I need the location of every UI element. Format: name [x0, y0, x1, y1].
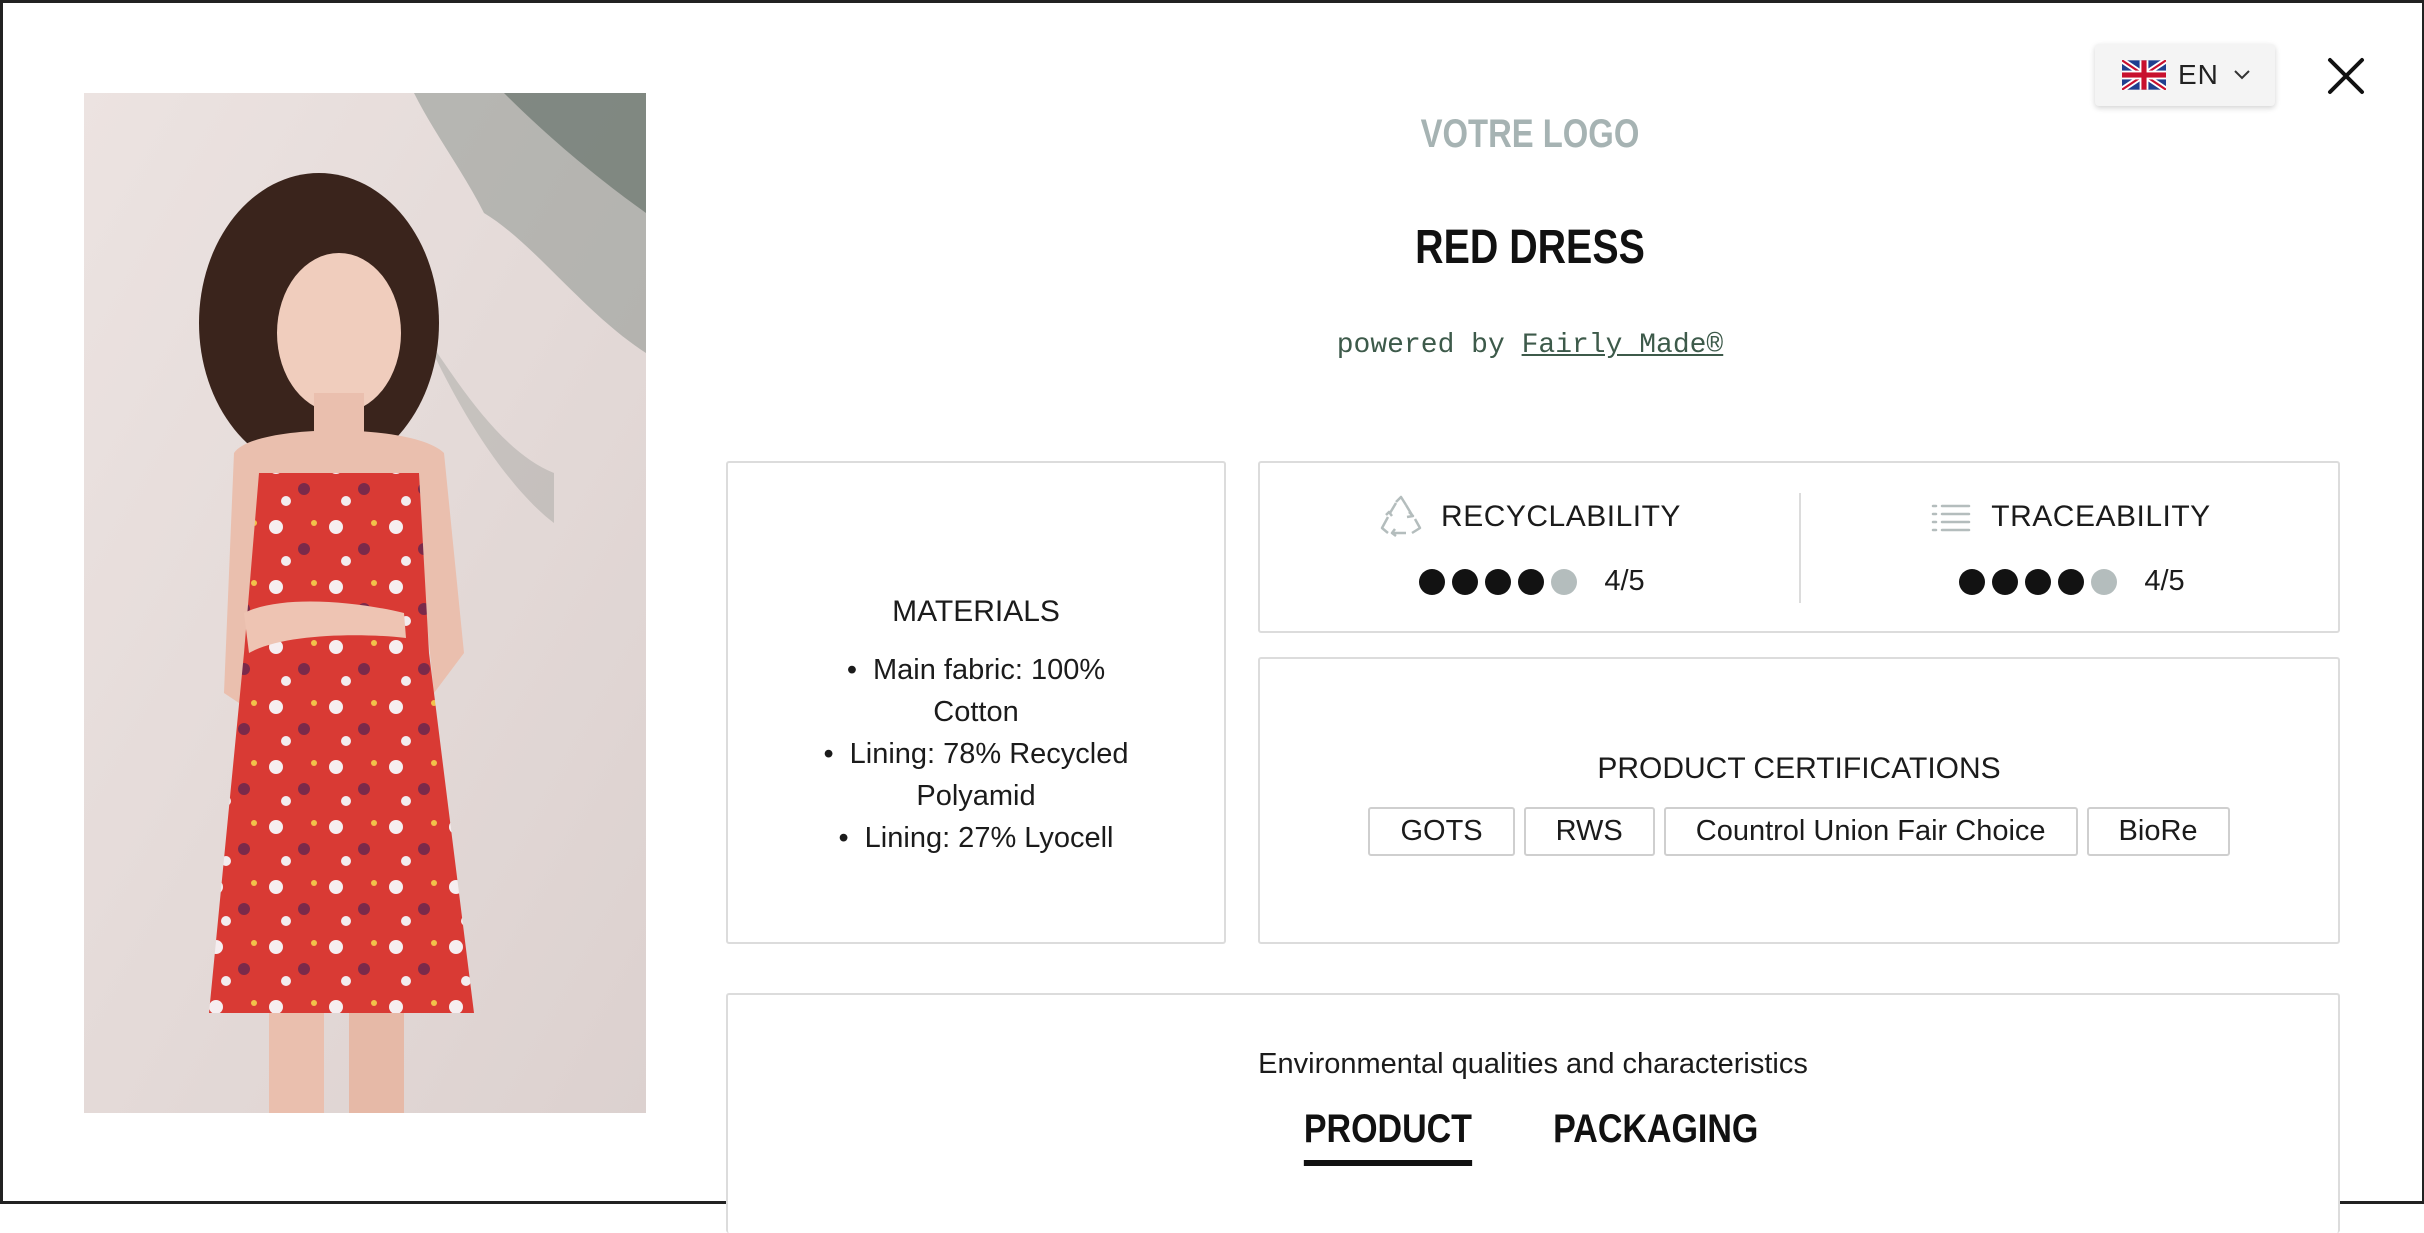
- materials-list: Main fabric: 100% Cotton Lining: 78% Rec…: [728, 649, 1224, 859]
- language-selector[interactable]: EN: [2095, 44, 2275, 106]
- certifications-heading: PRODUCT CERTIFICATIONS: [1597, 752, 2001, 785]
- scores-card: RECYCLABILITY 4/5 TRACEABILITY 4/5: [1258, 461, 2340, 633]
- traceability-score: TRACEABILITY 4/5: [1800, 463, 2340, 635]
- list-item: Main fabric: 100% Cotton: [806, 649, 1146, 733]
- rating-dot-filled: [1991, 568, 2018, 595]
- fairly-made-link[interactable]: Fairly Made®: [1522, 330, 1724, 361]
- rating-dot-filled: [1418, 568, 1445, 595]
- certification-badge: GOTS: [1368, 807, 1515, 856]
- traceability-label: TRACEABILITY: [1991, 500, 2211, 533]
- environment-tabs: PRODUCT PACKAGING: [728, 1107, 2338, 1166]
- rating-dot-empty: [1550, 568, 1577, 595]
- list-item: Lining: 78% Recycled Polyamid: [806, 733, 1146, 817]
- recyclability-value: 4/5: [1604, 565, 1645, 597]
- brand-logo: VOTRE LOGO: [1420, 112, 1640, 156]
- certification-badge: RWS: [1523, 807, 1655, 856]
- traceability-value: 4/5: [2144, 565, 2185, 597]
- environment-heading: Environmental qualities and characterist…: [1258, 1048, 1808, 1080]
- rating-dot-filled: [2057, 568, 2084, 595]
- recyclability-rating: 4/5: [1260, 565, 1800, 598]
- environment-card: Environmental qualities and characterist…: [726, 993, 2340, 1233]
- close-icon[interactable]: [2326, 56, 2366, 96]
- recycle-icon: [1380, 495, 1422, 537]
- tab-packaging[interactable]: PACKAGING: [1553, 1107, 1758, 1166]
- powered-by-prefix: powered by: [1336, 330, 1522, 361]
- rating-dot-filled: [1484, 568, 1511, 595]
- materials-heading: MATERIALS: [892, 595, 1060, 628]
- list-item: Lining: 27% Lyocell: [806, 817, 1146, 859]
- recyclability-score: RECYCLABILITY 4/5: [1260, 463, 1800, 635]
- recyclability-label: RECYCLABILITY: [1441, 500, 1681, 533]
- certification-badge: BioRe: [2086, 807, 2230, 856]
- rating-dot-empty: [2090, 568, 2117, 595]
- rating-dot-filled: [1958, 568, 1985, 595]
- uk-flag-icon: [2122, 60, 2166, 90]
- rating-dot-filled: [1517, 568, 1544, 595]
- materials-card: MATERIALS Main fabric: 100% Cotton Linin…: [726, 461, 1226, 944]
- list-icon: [1932, 504, 1971, 532]
- rating-dot-filled: [2024, 568, 2051, 595]
- chevron-down-icon: [2234, 70, 2250, 80]
- rating-dot-filled: [1451, 568, 1478, 595]
- powered-by: powered by Fairly Made®: [1230, 330, 1830, 361]
- certifications-card: PRODUCT CERTIFICATIONS GOTS RWS Countrol…: [1258, 657, 2340, 944]
- language-code: EN: [2178, 59, 2219, 90]
- traceability-rating: 4/5: [1800, 565, 2340, 598]
- product-image: [84, 93, 646, 1113]
- certification-badges: GOTS RWS Countrol Union Fair Choice BioR…: [1260, 807, 2338, 856]
- product-title: RED DRESS: [1415, 221, 1645, 274]
- certification-badge: Countrol Union Fair Choice: [1663, 807, 2078, 856]
- tab-product[interactable]: PRODUCT: [1304, 1107, 1472, 1166]
